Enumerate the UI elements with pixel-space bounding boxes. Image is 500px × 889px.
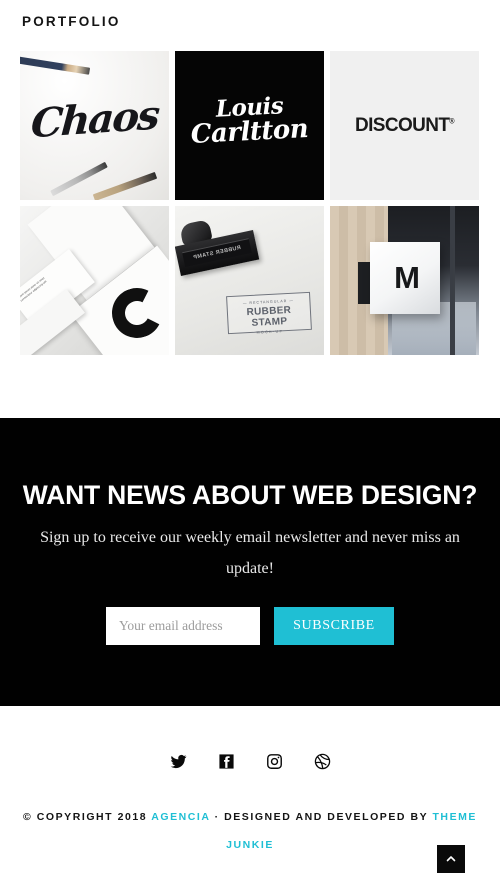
facebook-icon[interactable] — [215, 750, 237, 772]
copyright-separator: · — [214, 811, 220, 823]
subscribe-button[interactable]: SUBSCRIBE — [274, 607, 394, 645]
monogram-logo: M — [394, 260, 420, 295]
portfolio-item-storefront-sign-mockup[interactable]: M — [330, 206, 479, 355]
stamp-impression: — RECTANGULAR — RUBBER STAMP MOCK-UP — [226, 291, 312, 335]
logo-wordmark: Louis Carltton — [175, 92, 324, 150]
credit-text: Designed and developed by — [224, 811, 428, 823]
portfolio-item-stationery-mockup[interactable]: lorem ipsum dolor sit amet consectetur a… — [20, 206, 169, 355]
scroll-to-top-button[interactable] — [437, 845, 465, 873]
copyright: © Copyright 2018 Agencia · Designed and … — [20, 803, 480, 859]
logo-wordmark: DISCOUNT® — [330, 115, 479, 137]
social-links — [0, 750, 500, 772]
instagram-icon[interactable] — [263, 750, 285, 772]
email-field[interactable] — [106, 607, 260, 645]
newsletter-section: WANT NEWS ABOUT WEB DESIGN? Sign up to r… — [0, 418, 500, 706]
copyright-prefix: © Copyright 2018 — [23, 811, 148, 823]
portfolio-item-louis-carltton-logo[interactable]: Louis Carltton — [175, 51, 324, 200]
logo-text: DISCOUNT — [355, 115, 450, 136]
light-box-sign: M — [370, 242, 440, 314]
newsletter-form: SUBSCRIBE — [0, 607, 500, 645]
window-frame — [450, 206, 455, 355]
portfolio-item-rubber-stamp-mockup[interactable]: RUBBER STAMP — RECTANGULAR — RUBBER STAM… — [175, 206, 324, 355]
portfolio-item-brush-lettering-sketch[interactable]: Chaos — [20, 51, 169, 200]
newsletter-subtitle: Sign up to receive our weekly email news… — [40, 529, 460, 577]
impression-main-text: RUBBER STAMP — [246, 304, 292, 329]
newsletter-title: WANT NEWS ABOUT WEB DESIGN? — [22, 480, 478, 510]
site-name-link[interactable]: Agencia — [151, 811, 210, 823]
registered-mark-icon: ® — [449, 118, 454, 126]
portfolio-grid: Chaos Louis Carltton DISCOUNT® lorem ips… — [20, 51, 480, 355]
chevron-up-icon — [446, 856, 456, 862]
portfolio-item-caption: Chaos — [29, 91, 160, 148]
twitter-icon[interactable] — [167, 750, 189, 772]
stamp-die-label: RUBBER STAMP — [182, 238, 252, 267]
dribbble-icon[interactable] — [311, 750, 333, 772]
logo-line-2: Carltton — [190, 113, 309, 151]
portfolio-item-discount-logo[interactable]: DISCOUNT® — [330, 51, 479, 200]
page-title: Portfolio — [22, 14, 121, 29]
